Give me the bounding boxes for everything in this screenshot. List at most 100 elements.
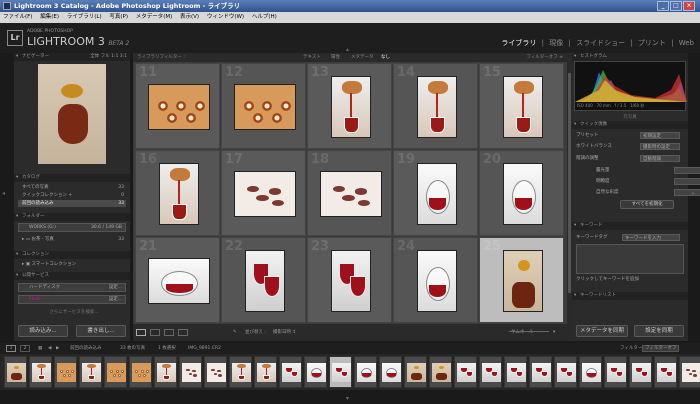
filmstrip-thumb[interactable] <box>629 356 652 388</box>
photo-thumbnail-tea-cups[interactable] <box>147 84 210 130</box>
filmstrip-filter-dropdown[interactable]: フィルターオフ <box>642 345 680 352</box>
navigator-header[interactable]: ナビゲーター 全体 フル 1:1 3:1 <box>14 53 130 61</box>
grid-icon[interactable]: ▦ <box>38 343 42 354</box>
photo-thumbnail-glass-teapot[interactable] <box>416 250 457 312</box>
keyword-list-header[interactable]: キーワードリスト <box>572 292 688 300</box>
catalog-header[interactable]: カタログ <box>14 174 130 182</box>
zoom-3-1[interactable]: 3:1 <box>120 54 127 59</box>
filmstrip-thumb[interactable] <box>129 356 152 388</box>
grid-cell[interactable]: 19 <box>393 150 478 236</box>
photo-thumbnail-tea-glasses[interactable] <box>330 250 371 312</box>
filmstrip-thumb[interactable] <box>454 356 477 388</box>
toolbar-menu-icon[interactable]: ▾ <box>553 324 555 341</box>
import-button[interactable]: 読み込み... <box>18 325 68 337</box>
filmstrip-thumb[interactable] <box>529 356 552 388</box>
painter-icon[interactable]: ✎ <box>233 324 237 341</box>
filmstrip-thumb[interactable] <box>479 356 502 388</box>
page-2-button[interactable]: 2 <box>20 345 30 352</box>
grid-cell[interactable]: 14 <box>393 63 478 149</box>
photo-thumbnail-honey-jar[interactable] <box>502 250 543 312</box>
grid-cell[interactable]: 21 <box>135 237 220 323</box>
grid-cell[interactable]: 20 <box>479 150 564 236</box>
module-library[interactable]: ライブラリ <box>501 39 536 47</box>
navigator-preview[interactable] <box>38 64 106 164</box>
keyword-hint[interactable]: クリックしてキーワードを追加 <box>576 275 684 284</box>
reset-all-button[interactable]: すべてを初期化 <box>620 200 674 209</box>
white-balance-select[interactable]: 撮影時の設定 <box>640 143 680 150</box>
zoom-fill[interactable]: フル <box>101 54 110 59</box>
grid-cell[interactable]: 16 <box>135 150 220 236</box>
smart-collection-item[interactable]: ▸ ▣ スマートコレクション <box>18 261 126 268</box>
folder-item[interactable]: ▸ ▭ お茶 - 写真 33 <box>18 236 126 243</box>
exposure-row[interactable]: 露光量 <box>596 166 700 175</box>
menu-window[interactable]: ウィンドウ(W) <box>207 14 244 20</box>
filmstrip-thumb[interactable] <box>354 356 377 388</box>
publish-header[interactable]: 公開サービス <box>14 272 130 280</box>
grid-cell[interactable]: 18 <box>307 150 392 236</box>
photo-thumbnail-glass-teapot[interactable] <box>147 258 210 304</box>
grid-cell[interactable]: 13 <box>307 63 392 149</box>
catalog-item-last-import[interactable]: 前回の読み込み 33 <box>18 200 126 207</box>
preset-select[interactable]: 初期設定 <box>640 132 680 139</box>
filmstrip-thumb[interactable] <box>654 356 677 388</box>
menu-photo[interactable]: 写真(P) <box>109 14 128 20</box>
filmstrip-thumb[interactable] <box>254 356 277 388</box>
auto-tone-button[interactable]: 自動階調 <box>640 155 680 162</box>
keyword-text-area[interactable] <box>576 244 684 274</box>
loupe-view-icon[interactable] <box>150 329 160 336</box>
photo-thumbnail-pouring-tea[interactable] <box>416 76 457 138</box>
module-slideshow[interactable]: スライドショー <box>576 39 625 47</box>
menu-edit[interactable]: 編集(E) <box>40 14 59 20</box>
grid-cell[interactable]: 12 <box>221 63 306 149</box>
filmstrip-thumb[interactable] <box>29 356 52 388</box>
filmstrip-thumb[interactable] <box>504 356 527 388</box>
minimize-button[interactable]: _ <box>657 1 669 11</box>
module-develop[interactable]: 現像 <box>549 39 563 47</box>
sync-metadata-button[interactable]: メタデータを同期 <box>576 325 628 337</box>
filmstrip-thumb[interactable] <box>4 356 27 388</box>
photo-thumbnail-glass-teapot[interactable] <box>502 163 543 225</box>
grid-cell[interactable]: 22 <box>221 237 306 323</box>
filmstrip-thumb[interactable] <box>279 356 302 388</box>
menu-file[interactable]: ファイル(F) <box>3 14 32 20</box>
module-print[interactable]: プリント <box>638 39 666 47</box>
survey-view-icon[interactable] <box>178 329 188 336</box>
bottom-panel-toggle[interactable]: ▾ <box>346 395 349 402</box>
filmstrip-thumb[interactable] <box>304 356 327 388</box>
filter-attribute-tab[interactable]: 属性 <box>331 53 340 62</box>
filmstrip-thumb[interactable] <box>154 356 177 388</box>
zoom-fit[interactable]: 全体 <box>90 54 99 59</box>
top-panel-toggle[interactable]: ▴ <box>346 46 349 53</box>
exposure-steppers[interactable] <box>674 167 700 174</box>
left-panel-toggle[interactable]: ◂ <box>2 190 5 197</box>
back-icon[interactable]: ◀ <box>48 343 51 354</box>
filmstrip-thumb[interactable] <box>329 356 352 388</box>
photo-thumbnail-dried-flowers[interactable] <box>233 171 296 217</box>
filmstrip-thumb[interactable] <box>229 356 252 388</box>
grid-cell[interactable]: 15 <box>479 63 564 149</box>
keywording-header[interactable]: キーワード <box>572 222 688 230</box>
filmstrip-thumb[interactable] <box>379 356 402 388</box>
close-button[interactable]: × <box>683 1 695 11</box>
filmstrip-thumb[interactable] <box>104 356 127 388</box>
quick-develop-header[interactable]: クイック現像 <box>572 121 688 129</box>
page-1-button[interactable]: 1 <box>6 345 16 352</box>
vibrance-steppers[interactable] <box>674 189 700 196</box>
filter-none-tab[interactable]: なし <box>381 53 390 62</box>
filter-off-dropdown[interactable]: フィルターオフ ≑ <box>526 53 563 62</box>
publish-settings[interactable]: 設定... <box>109 284 122 291</box>
menu-metadata[interactable]: メタデータ(M) <box>136 14 173 20</box>
filmstrip-thumb[interactable] <box>179 356 202 388</box>
collections-header[interactable]: コレクション <box>14 251 130 259</box>
grid-cell[interactable]: 24 <box>393 237 478 323</box>
sync-settings-button[interactable]: 設定を同期 <box>634 325 684 337</box>
publish-flickr[interactable]: Flickr 設定... <box>18 295 126 304</box>
photo-thumbnail-tea-cups[interactable] <box>233 84 296 130</box>
histogram-header[interactable]: ヒストグラム <box>572 53 688 61</box>
keyword-entry[interactable]: キーワードを入力 <box>622 234 680 241</box>
module-web[interactable]: Web <box>679 39 694 47</box>
filmstrip-thumb[interactable] <box>204 356 227 388</box>
thumbnail-size-slider[interactable] <box>509 331 549 332</box>
grid-cell[interactable]: 11 <box>135 63 220 149</box>
photo-thumbnail-pouring-tea[interactable] <box>330 76 371 138</box>
